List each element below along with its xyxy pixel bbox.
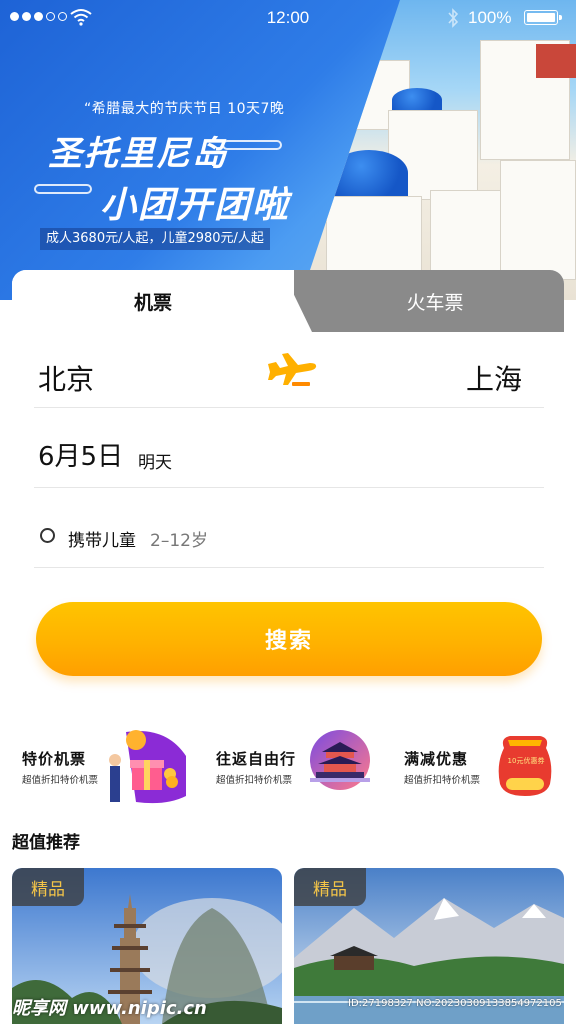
red-envelope-icon	[498, 736, 552, 796]
promo-banner[interactable]: 12:00 100% “希腊最大的节庆节日 10天7晚 圣托里尼岛 小团开团啦 …	[0, 0, 576, 300]
feature-subtitle: 超值折扣特价机票	[404, 775, 481, 786]
feature-title: 满减优惠	[404, 750, 469, 768]
banner-subtitle: “希腊最大的节庆节日 10天7晚	[84, 101, 285, 117]
feature-round-trip[interactable]: 往返自由行 超值折扣特价机票	[216, 726, 376, 808]
bluetooth-icon	[448, 8, 459, 28]
date-selector[interactable]: 6月5日 明天	[34, 420, 544, 488]
battery-icon	[524, 10, 562, 25]
child-option[interactable]: 携带儿童 2–12岁	[34, 500, 544, 568]
watermark-id: ID:27198327 NO:20230309133854972105	[348, 998, 562, 1009]
quality-tag: 精品	[12, 868, 84, 906]
departure-date: 6月5日	[38, 442, 124, 472]
feature-subtitle: 超值折扣特价机票	[216, 775, 293, 786]
arrival-city[interactable]: 上海	[466, 358, 522, 398]
recommend-title: 超值推荐	[12, 833, 80, 853]
departure-city[interactable]: 北京	[38, 358, 94, 398]
child-age-range: 2–12岁	[150, 531, 208, 551]
child-label: 携带儿童	[68, 531, 136, 551]
cloud-ornament-icon	[222, 140, 282, 150]
santorini-scene-image	[300, 0, 576, 300]
route-selector: 北京 上海	[34, 342, 544, 408]
tab-flight-ticket[interactable]: 机票	[12, 270, 294, 332]
feature-title: 往返自由行	[216, 750, 297, 768]
feature-special-flight[interactable]: 特价机票 超值折扣特价机票	[22, 726, 192, 808]
search-button[interactable]: 搜索	[36, 602, 542, 676]
feature-title: 特价机票	[22, 750, 87, 768]
coupon-text: 10元优惠券	[507, 757, 545, 765]
airplane-icon[interactable]	[266, 352, 318, 388]
tab-train-ticket[interactable]: 火车票	[282, 270, 564, 332]
cloud-ornament-icon	[34, 184, 92, 194]
quality-tag: 精品	[294, 868, 366, 906]
banner-title-second: 小团开团啦	[100, 185, 291, 226]
banner-title: 圣托里尼岛	[48, 134, 228, 174]
ticket-tabs: 火车票 机票	[12, 270, 564, 332]
status-bar: 12:00 100%	[0, 0, 576, 36]
feature-subtitle: 超值折扣特价机票	[22, 775, 99, 786]
gift-box-icon	[109, 730, 186, 804]
feature-discount[interactable]: 满减优惠 超值折扣特价机票 10元优惠券	[404, 726, 564, 808]
watermark-site: 昵享网 www.nipic.cn	[12, 998, 207, 1019]
departure-day-label: 明天	[138, 453, 172, 473]
temple-icon	[310, 730, 370, 790]
battery-percent: 100%	[468, 8, 512, 27]
banner-price: 成人3680元/人起，儿童2980元/人起	[40, 228, 270, 250]
child-radio[interactable]	[40, 528, 55, 543]
